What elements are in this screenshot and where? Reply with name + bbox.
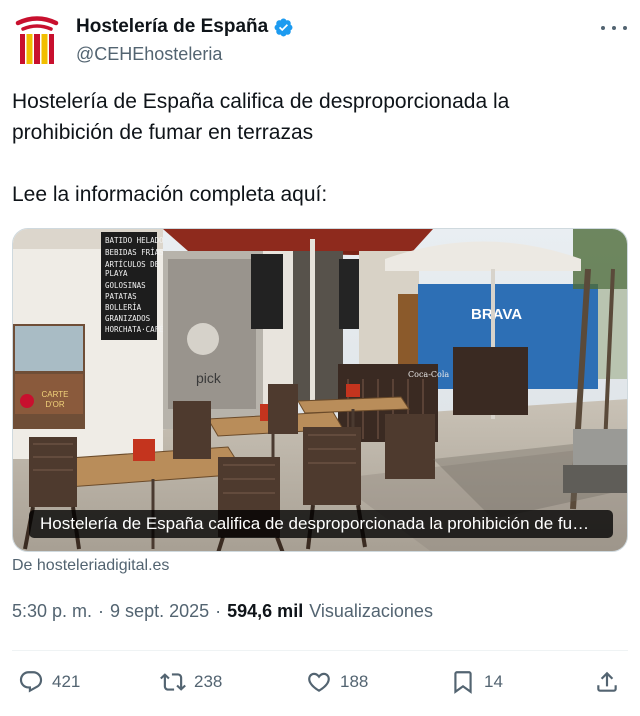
tweet-text-line: Hostelería de España califica de desprop… xyxy=(12,90,510,113)
display-name[interactable]: Hostelería de España xyxy=(76,16,268,38)
retweet-button[interactable]: 238 xyxy=(160,664,222,700)
carte-dor-sign: CARTE xyxy=(42,390,69,399)
svg-text:BOLLERÍA: BOLLERÍA xyxy=(105,303,142,312)
hosteleria-logo-icon xyxy=(15,16,59,64)
card-image: CARTE D'OR BATIDO HELADO BEBIDAS FRÍAS A… xyxy=(13,229,627,551)
more-icon-dot xyxy=(612,26,616,30)
tweet-text-line: Lee la información completa aquí: xyxy=(12,183,328,206)
account-handle[interactable]: @CEHEhosteleria xyxy=(76,44,222,65)
share-icon xyxy=(597,671,617,692)
svg-text:GOLOSINAS: GOLOSINAS xyxy=(105,281,146,290)
views-label: Visualizaciones xyxy=(309,601,433,621)
tweet-date[interactable]: 9 sept. 2025 xyxy=(110,601,209,622)
action-bar: 421 238 188 14 xyxy=(12,664,628,700)
more-icon-dot xyxy=(601,26,605,30)
retweet-count: 238 xyxy=(194,672,223,691)
svg-text:GRANIZADOS: GRANIZADOS xyxy=(105,314,151,323)
meta-separator: · xyxy=(215,601,222,621)
tweet-text: Hostelería de España califica de desprop… xyxy=(12,86,612,210)
bookmark-button[interactable]: 14 xyxy=(450,664,503,700)
reply-icon xyxy=(19,671,43,693)
avatar[interactable] xyxy=(12,12,62,68)
more-options-button[interactable] xyxy=(601,18,627,38)
svg-text:PATATAS: PATATAS xyxy=(105,292,137,301)
reply-count: 421 xyxy=(52,672,81,691)
retweet-icon xyxy=(160,673,186,691)
tweet-text-line: prohibición de fumar en terrazas xyxy=(12,121,314,144)
bookmark-count: 14 xyxy=(484,672,503,691)
like-button[interactable]: 188 xyxy=(306,664,368,700)
tweet-time[interactable]: 5:30 p. m. xyxy=(12,601,92,622)
pick-sign: pick xyxy=(196,370,222,386)
display-name-row: Hostelería de España xyxy=(76,16,294,38)
svg-text:ARTÍCULOS DE: ARTÍCULOS DE xyxy=(105,260,160,269)
card-source[interactable]: De hosteleriadigital.es xyxy=(12,557,169,575)
share-button[interactable] xyxy=(594,664,620,700)
bookmark-icon xyxy=(454,671,472,694)
svg-text:PLAYA: PLAYA xyxy=(105,269,128,278)
link-card[interactable]: CARTE D'OR BATIDO HELADO BEBIDAS FRÍAS A… xyxy=(12,228,628,552)
tweet-header: Hostelería de España @CEHEhosteleria xyxy=(0,0,640,80)
svg-text:BEBIDAS FRÍAS: BEBIDAS FRÍAS xyxy=(105,248,164,257)
verified-badge-icon xyxy=(274,18,293,36)
svg-text:BATIDO HELADO: BATIDO HELADO xyxy=(105,236,164,245)
tweet-meta: 5:30 p. m. · 9 sept. 2025 · 594,6 mil Vi… xyxy=(12,601,433,622)
views-count: 594,6 mil xyxy=(227,601,304,621)
brava-sign: BRAVA xyxy=(471,306,522,323)
svg-text:D'OR: D'OR xyxy=(45,400,65,409)
like-count: 188 xyxy=(340,672,369,691)
reply-button[interactable]: 421 xyxy=(18,664,80,700)
svg-text:HORCHATA·CAFÉ: HORCHATA·CAFÉ xyxy=(105,325,164,334)
more-icon-dot xyxy=(623,26,627,30)
divider xyxy=(12,650,628,651)
cola-sign: Coca-Cola xyxy=(408,370,449,379)
heart-icon xyxy=(308,672,330,692)
card-title[interactable]: Hostelería de España califica de desprop… xyxy=(29,510,613,538)
meta-separator: · xyxy=(98,601,105,621)
